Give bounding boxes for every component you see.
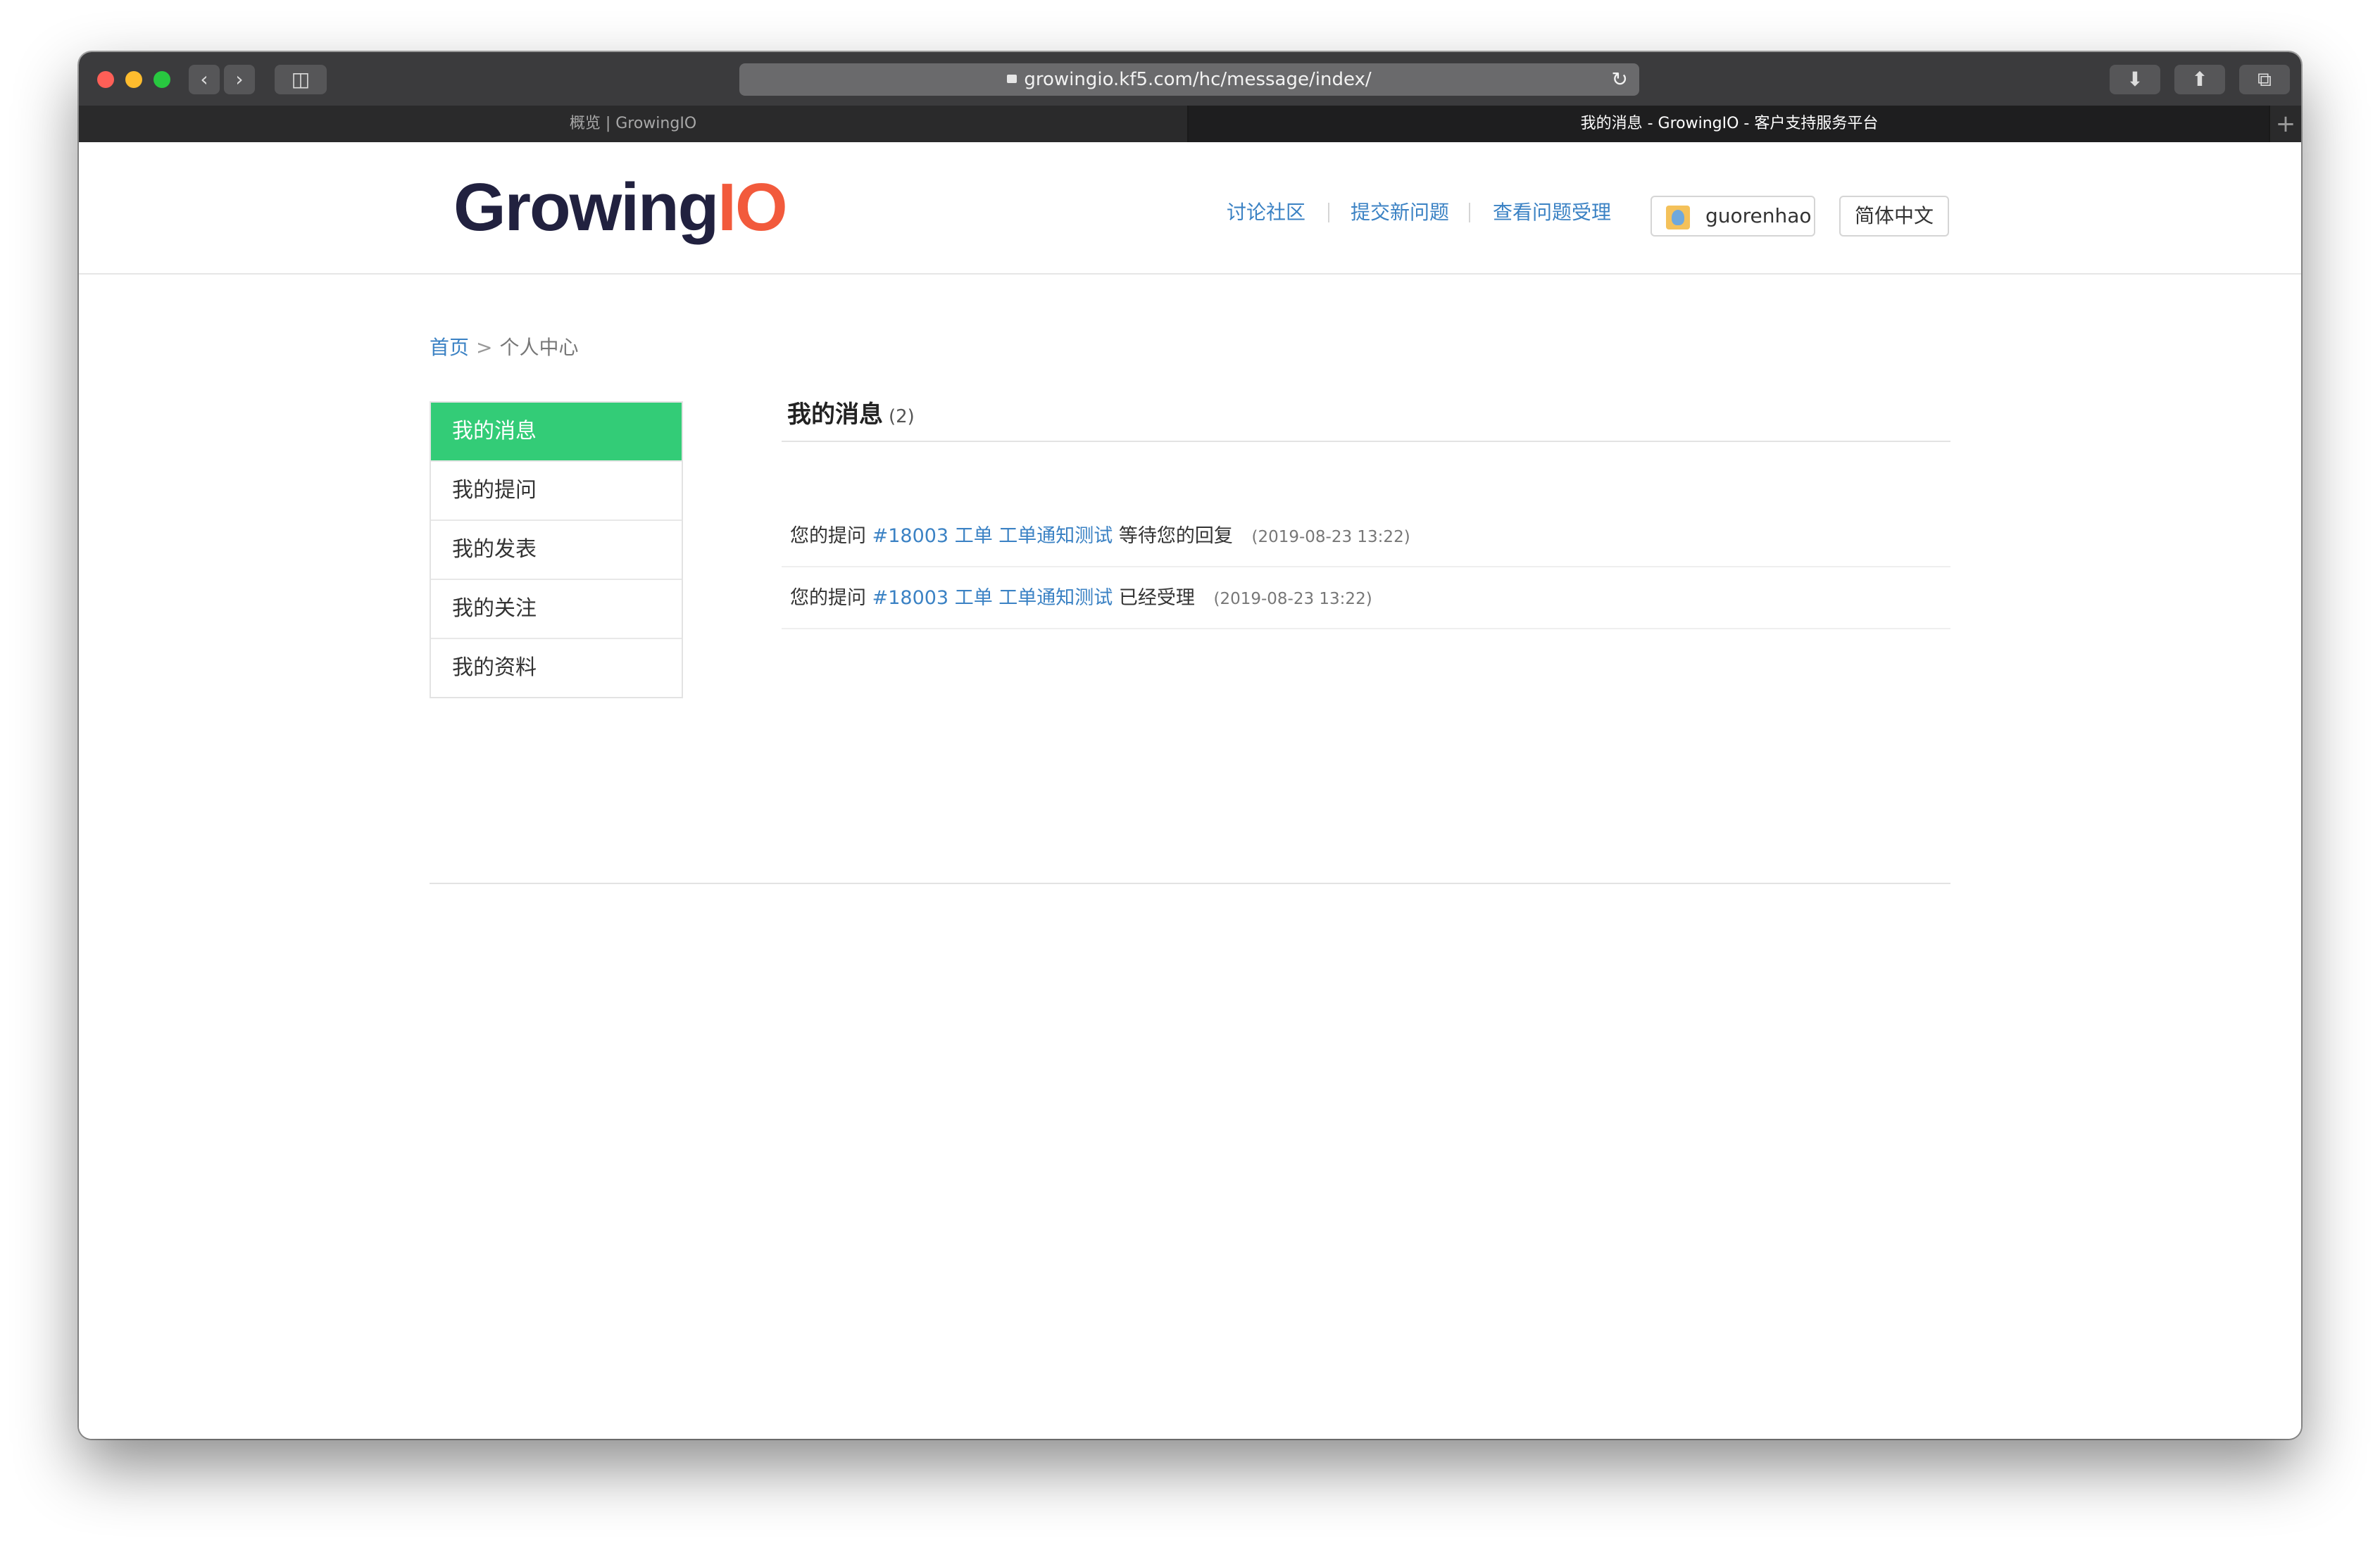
message-time: (2019-08-23 13:22)	[1251, 528, 1410, 546]
page-title-text: 我的消息	[787, 401, 883, 429]
message-prefix: 您的提问	[790, 587, 866, 609]
sidebar-item-my-profile[interactable]: 我的资料	[431, 638, 682, 697]
nav-divider	[1328, 203, 1329, 222]
sidebar-item-my-questions[interactable]: 我的提问	[431, 460, 682, 519]
list-item: 您的提问 #18003 工单 工单通知测试 等待您的回复 (2019-08-23…	[782, 505, 1950, 567]
growingio-logo[interactable]: GrowingIO	[453, 169, 788, 246]
nav-divider	[1469, 203, 1470, 222]
footer-divider	[430, 883, 1950, 884]
sidebar-toggle-icon[interactable]: ◫	[275, 65, 327, 94]
nav-submit-question[interactable]: 提交新问题	[1351, 199, 1449, 227]
close-window-button[interactable]	[97, 71, 114, 88]
message-prefix: 您的提问	[790, 525, 866, 547]
browser-titlebar: ‹ › ◫ growingio.kf5.com/hc/message/index…	[79, 52, 2301, 107]
site-header: GrowingIO 讨论社区 提交新问题 查看问题受理 guorenhao 简体…	[79, 142, 2301, 275]
sidebar-item-my-messages[interactable]: 我的消息	[431, 403, 682, 460]
ticket-link[interactable]: #18003 工单 工单通知测试	[872, 525, 1113, 547]
breadcrumb-current: 个人中心	[499, 336, 579, 359]
back-icon[interactable]: ‹	[189, 65, 220, 94]
message-status: 已经受理	[1118, 587, 1195, 609]
forward-icon[interactable]: ›	[224, 65, 255, 94]
avatar	[1666, 206, 1690, 229]
user-menu-button[interactable]: guorenhao	[1651, 196, 1815, 237]
username: guorenhao	[1705, 204, 1812, 227]
url-text: growingio.kf5.com/hc/message/index/	[1024, 69, 1372, 90]
new-tab-icon[interactable]: +	[2269, 106, 2301, 142]
message-time: (2019-08-23 13:22)	[1213, 590, 1372, 608]
sidebar-item-my-posts[interactable]: 我的发表	[431, 519, 682, 579]
lock-icon	[1007, 74, 1017, 83]
zoom-window-button[interactable]	[154, 71, 170, 88]
page-title: 我的消息 (2)	[787, 397, 915, 434]
title-divider	[782, 441, 1950, 442]
reload-icon[interactable]: ↻	[1612, 63, 1628, 96]
download-icon[interactable]: ⬇	[2110, 65, 2160, 94]
sidebar-item-my-follows[interactable]: 我的关注	[431, 579, 682, 638]
ticket-link[interactable]: #18003 工单 工单通知测试	[872, 587, 1113, 609]
account-sidebar: 我的消息 我的提问 我的发表 我的关注 我的资料	[430, 401, 683, 698]
tabs-overview-icon[interactable]: ⧉	[2239, 65, 2290, 94]
nav-view-tickets[interactable]: 查看问题受理	[1493, 199, 1611, 227]
breadcrumb-separator: >	[476, 336, 493, 359]
breadcrumb: 首页 > 个人中心	[430, 334, 579, 362]
language-selector[interactable]: 简体中文	[1839, 196, 1949, 237]
tab-overview[interactable]: 概览 | GrowingIO	[79, 106, 1189, 142]
breadcrumb-home-link[interactable]: 首页	[430, 336, 469, 359]
web-page: GrowingIO 讨论社区 提交新问题 查看问题受理 guorenhao 简体…	[79, 142, 2301, 1439]
message-count: (2)	[889, 406, 915, 427]
minimize-window-button[interactable]	[125, 71, 142, 88]
logo-main-text: Growing	[453, 170, 719, 245]
message-status: 等待您的回复	[1118, 525, 1233, 547]
tab-my-messages[interactable]: 我的消息 - GrowingIO - 客户支持服务平台	[1189, 106, 2270, 142]
logo-accent-text: IO	[718, 170, 787, 245]
list-item: 您的提问 #18003 工单 工单通知测试 已经受理 (2019-08-23 1…	[782, 567, 1950, 629]
address-bar[interactable]: growingio.kf5.com/hc/message/index/ ↻	[739, 63, 1639, 96]
browser-window: ‹ › ◫ growingio.kf5.com/hc/message/index…	[79, 52, 2301, 1439]
nav-community[interactable]: 讨论社区	[1227, 199, 1305, 227]
share-icon[interactable]: ⬆	[2174, 65, 2225, 94]
tab-bar: 概览 | GrowingIO 我的消息 - GrowingIO - 客户支持服务…	[79, 106, 2301, 142]
